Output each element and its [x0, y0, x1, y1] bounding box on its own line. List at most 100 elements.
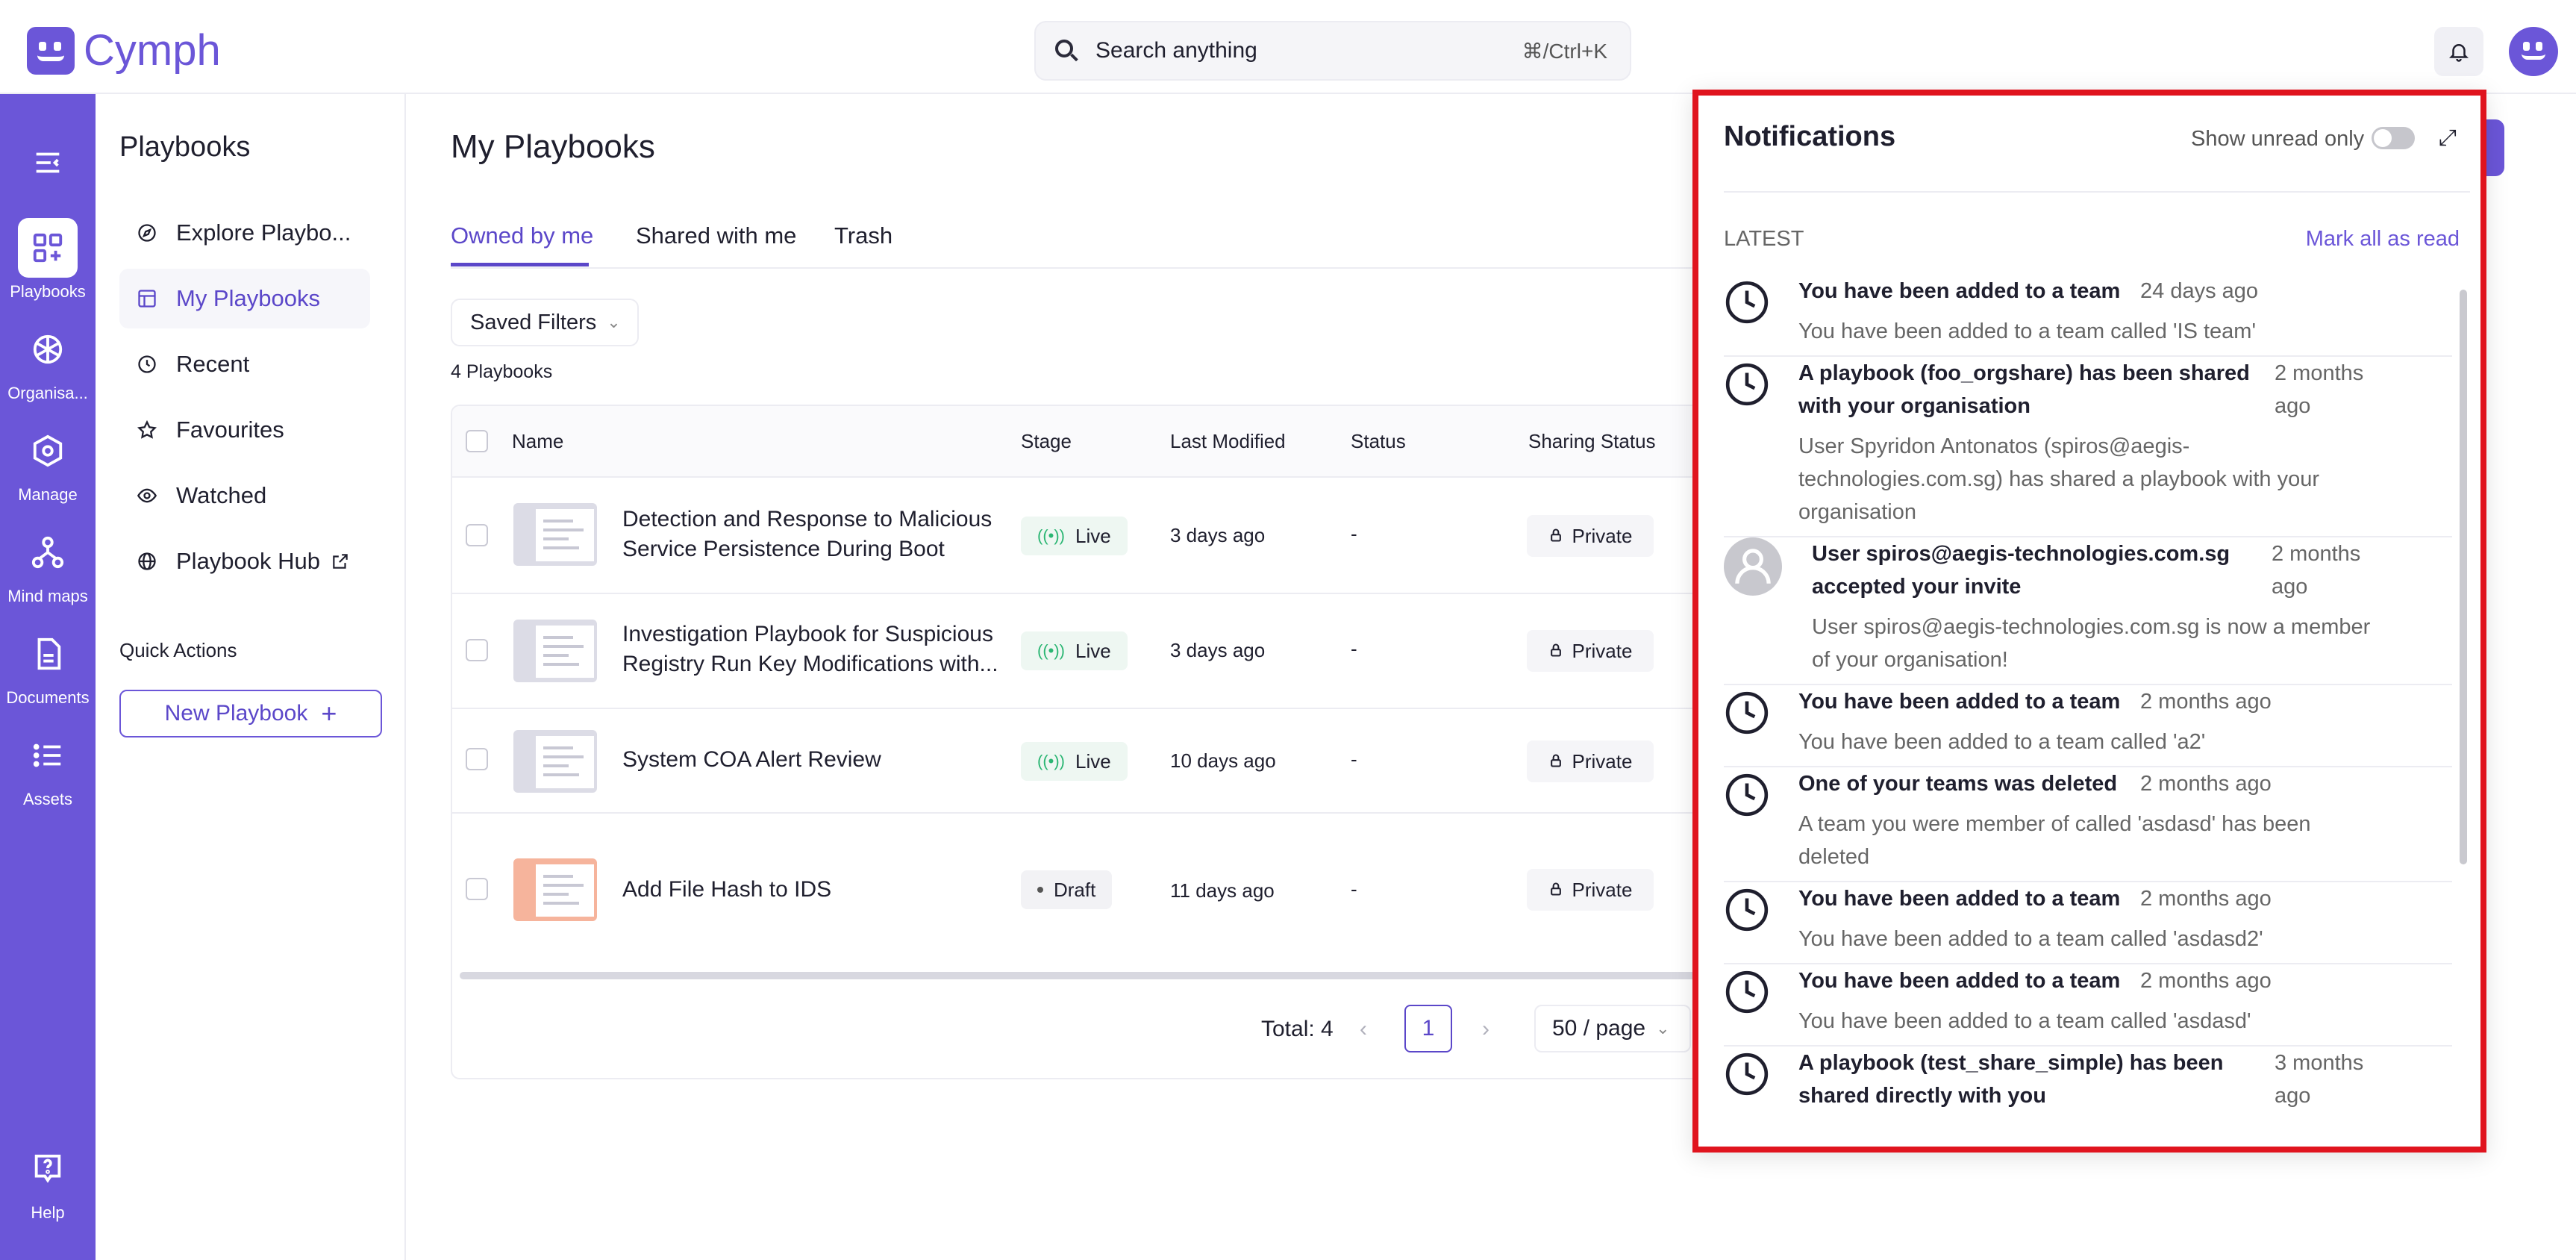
- per-page-select[interactable]: 50 / page ⌄: [1534, 1005, 1691, 1052]
- notification-title: accepted your invite: [1812, 575, 2022, 599]
- compass-icon: [136, 222, 158, 244]
- nav-item-favourites[interactable]: Favourites: [119, 400, 370, 460]
- column-header-sharing-status[interactable]: Sharing Status: [1528, 430, 1656, 453]
- notification-body: You have been added to a team called 'IS…: [1798, 319, 2256, 343]
- notification-item[interactable]: A playbook (foo_orgshare) has been share…: [1724, 357, 2452, 537]
- prev-page-button[interactable]: ‹: [1360, 1017, 1367, 1042]
- divider: [1724, 191, 2470, 193]
- notification-title: User spiros@aegis-technologies.com.sg: [1812, 542, 2230, 566]
- notification-time: 2 months ago: [2140, 887, 2272, 911]
- bell-icon: [2448, 44, 2469, 62]
- table-header: Name Stage Last Modified Status Sharing …: [452, 406, 1792, 478]
- pagination: Total: 4 ‹ 1 › 50 / page ⌄: [452, 1005, 1792, 1057]
- notification-title: with your organisation: [1798, 394, 2031, 418]
- notification-item[interactable]: You have been added to a team 2 months a…: [1724, 964, 2452, 1047]
- nav-item-playbook-hub[interactable]: Playbook Hub: [119, 531, 370, 591]
- collapse-menu-button[interactable]: [0, 133, 96, 197]
- notification-item[interactable]: You have been added to a team 24 days ag…: [1724, 275, 2452, 357]
- draft-dot-icon: [1037, 887, 1043, 893]
- rail-item-organisation[interactable]: Organisa...: [0, 319, 96, 403]
- logo-text: Cymph: [84, 26, 221, 75]
- notification-time: 2 months: [2272, 542, 2361, 566]
- tab-shared-with-me[interactable]: Shared with me: [636, 222, 796, 249]
- stage-badge: ((•)) Live: [1021, 517, 1128, 555]
- notifications-button[interactable]: [2434, 27, 2483, 76]
- rail-item-help[interactable]: Help: [0, 1139, 96, 1223]
- select-all-checkbox[interactable]: [466, 430, 488, 452]
- notification-item[interactable]: One of your teams was deleted 2 months a…: [1724, 767, 2452, 882]
- row-checkbox[interactable]: [466, 524, 488, 546]
- nav-item-label: My Playbooks: [176, 285, 320, 311]
- tab-owned-by-me[interactable]: Owned by me: [451, 222, 593, 249]
- playbook-name[interactable]: Add File Hash to IDS: [622, 875, 1010, 905]
- table-row[interactable]: Detection and Response to Malicious Serv…: [452, 478, 1792, 594]
- saved-filters-dropdown[interactable]: Saved Filters ⌄: [451, 299, 639, 346]
- notification-time: ago: [2275, 1084, 2311, 1108]
- stage-label: Draft: [1054, 878, 1096, 901]
- search-shortcut: ⌘/Ctrl+K: [1522, 39, 1607, 63]
- show-unread-toggle[interactable]: [2372, 127, 2415, 149]
- search-input[interactable]: Search anything ⌘/Ctrl+K: [1034, 21, 1631, 81]
- table-row[interactable]: Add File Hash to IDS Draft 11 days ago -…: [452, 814, 1792, 967]
- notification-item[interactable]: You have been added to a team 2 months a…: [1724, 882, 2452, 964]
- notification-item[interactable]: A playbook (test_share_simple) has been …: [1724, 1047, 2452, 1129]
- playbook-thumbnail: [513, 620, 597, 682]
- sharing-badge: Private: [1527, 869, 1654, 911]
- playbook-name[interactable]: System COA Alert Review: [622, 745, 1010, 775]
- notification-item[interactable]: User spiros@aegis-technologies.com.sg ac…: [1724, 537, 2452, 685]
- chevron-down-icon: ⌄: [1656, 1019, 1670, 1038]
- notification-time: ago: [2275, 394, 2311, 418]
- stage-label: Live: [1075, 639, 1111, 662]
- last-modified: 3 days ago: [1170, 639, 1266, 661]
- nav-item-watched[interactable]: Watched: [119, 466, 370, 525]
- rail-label: Assets: [22, 790, 73, 808]
- new-playbook-label: New Playbook: [164, 701, 308, 726]
- rail-item-playbooks[interactable]: Playbooks: [0, 218, 96, 302]
- rail-item-manage[interactable]: Manage: [0, 421, 96, 505]
- logo[interactable]: Cymph: [27, 25, 221, 75]
- column-header-status[interactable]: Status: [1351, 430, 1406, 453]
- horizontal-scrollbar[interactable]: [460, 972, 1728, 979]
- grid-plus-icon: [18, 218, 78, 278]
- tab-trash[interactable]: Trash: [834, 222, 892, 249]
- user-avatar[interactable]: [2509, 27, 2558, 76]
- nav-item-explore[interactable]: Explore Playbo...: [119, 203, 370, 263]
- nav-item-recent[interactable]: Recent: [119, 334, 370, 394]
- playbook-name[interactable]: Detection and Response to Malicious Serv…: [622, 505, 1010, 564]
- column-header-stage[interactable]: Stage: [1021, 430, 1072, 453]
- playbook-name[interactable]: Investigation Playbook for Suspicious Re…: [622, 620, 1010, 679]
- expand-icon[interactable]: ⤢: [2439, 125, 2457, 151]
- notification-time: 3 months: [2275, 1051, 2364, 1075]
- page-1-button[interactable]: 1: [1404, 1005, 1452, 1052]
- mind-map-icon: [18, 523, 78, 582]
- notification-title: One of your teams was deleted: [1798, 772, 2118, 796]
- notifications-scrollbar[interactable]: [2460, 290, 2467, 864]
- lock-icon: [1548, 750, 1563, 773]
- rail-label: Playbooks: [10, 282, 86, 301]
- column-header-name[interactable]: Name: [512, 430, 563, 453]
- row-checkbox[interactable]: [466, 639, 488, 661]
- notification-time: 2 months ago: [2140, 969, 2272, 993]
- rail-label: Mind maps: [7, 587, 88, 605]
- new-playbook-button[interactable]: New Playbook +: [119, 690, 382, 737]
- notification-body: deleted: [1798, 845, 1870, 869]
- mark-all-read-link[interactable]: Mark all as read: [2306, 227, 2460, 252]
- table-row[interactable]: System COA Alert Review ((•)) Live 10 day…: [452, 709, 1792, 814]
- table-row[interactable]: Investigation Playbook for Suspicious Re…: [452, 594, 1792, 709]
- nav-item-my-playbooks[interactable]: My Playbooks: [119, 269, 370, 328]
- column-header-last-modified[interactable]: Last Modified: [1170, 430, 1286, 453]
- clock-icon: [1725, 363, 1769, 406]
- notification-item[interactable]: You have been added to a team 2 months a…: [1724, 685, 2452, 767]
- rail-item-assets[interactable]: Assets: [0, 726, 96, 809]
- clock-icon: [1725, 281, 1769, 324]
- tabs-divider: [451, 267, 1794, 269]
- row-checkbox[interactable]: [466, 878, 488, 900]
- menu-collapse-icon: [18, 133, 78, 193]
- next-page-button[interactable]: ›: [1482, 1017, 1489, 1042]
- rail-item-mind-maps[interactable]: Mind maps: [0, 523, 96, 606]
- nav-item-label: Favourites: [176, 417, 284, 443]
- rail-item-documents[interactable]: Documents: [0, 624, 96, 708]
- row-checkbox[interactable]: [466, 748, 488, 770]
- total-count: Total: 4: [1261, 1017, 1334, 1041]
- playbook-count: 4 Playbooks: [451, 361, 553, 382]
